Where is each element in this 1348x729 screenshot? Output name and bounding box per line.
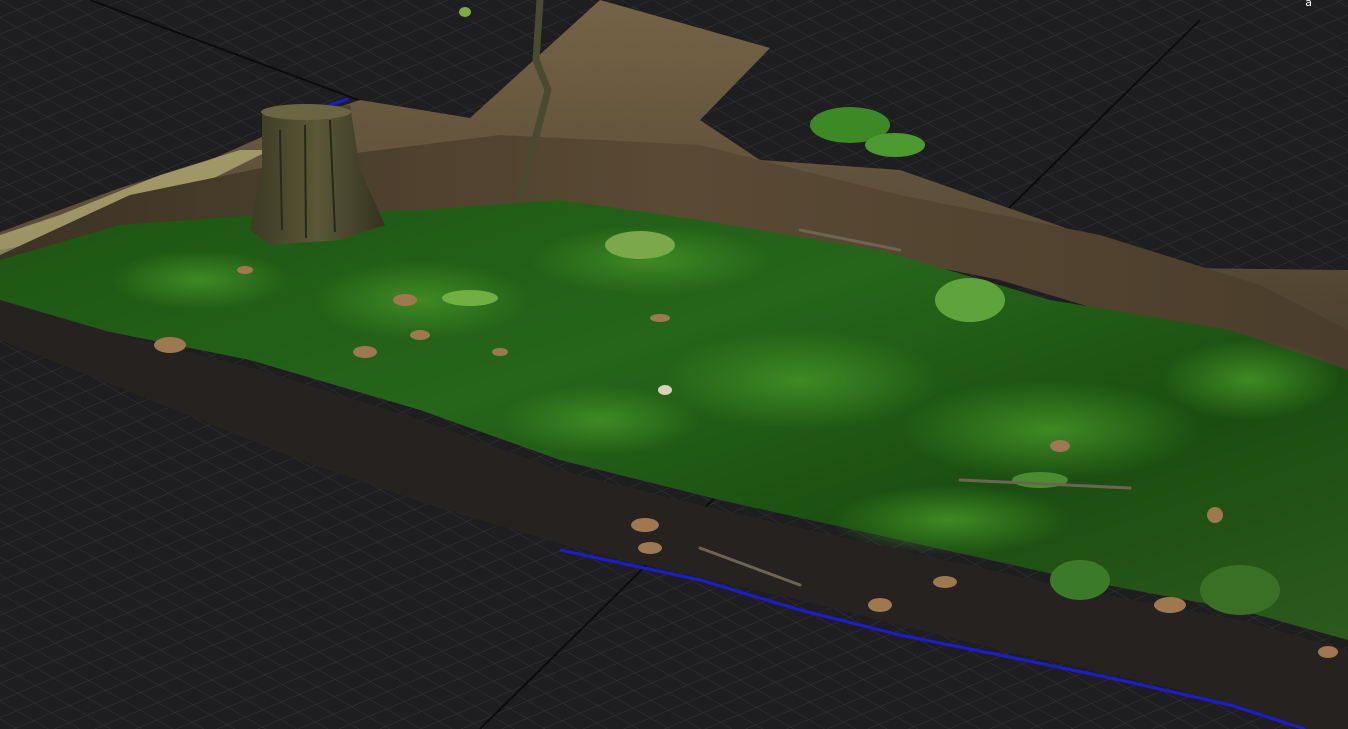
3d-viewport[interactable]: a (0, 0, 1348, 729)
axis-gizmo-icon[interactable]: a (1305, 0, 1312, 9)
scene-canvas[interactable] (0, 0, 1348, 729)
